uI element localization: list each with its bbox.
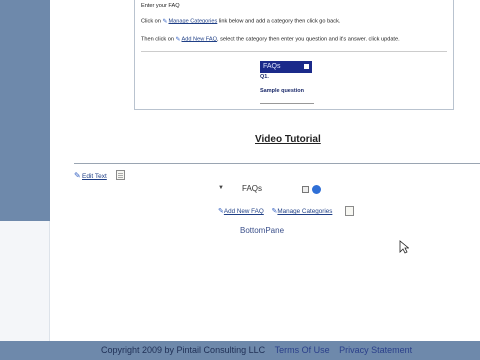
instructions-box: Enter your FAQ Click on ✎Manage Categori… — [134, 0, 454, 110]
step1-pre: Click on — [141, 18, 161, 25]
minimize-icon[interactable] — [302, 186, 309, 193]
edit-text-link[interactable]: ✎Edit Text — [74, 171, 107, 180]
section-divider — [74, 163, 480, 164]
expand-icon — [304, 64, 309, 69]
step1-text: Click on ✎Manage Categories link below a… — [141, 18, 341, 25]
step1-post: link below and add a category then click… — [218, 18, 341, 25]
add-new-faq-inline-link[interactable]: Add New FAQ — [182, 36, 217, 42]
faq-preview-title: FAQs — [263, 63, 281, 70]
faq-actions-row: ✎Add New FAQ ✎Manage Categories — [218, 207, 338, 215]
left-sidebar — [0, 0, 50, 221]
page: Enter your FAQ Click on ✎Manage Categori… — [0, 0, 480, 360]
footer: Copyright 2009 by Pintail Consulting LLC… — [0, 341, 480, 360]
divider — [260, 103, 314, 104]
edit-text-label[interactable]: Edit Text — [82, 173, 107, 180]
manage-categories-link[interactable]: Manage Categories — [277, 208, 332, 215]
terms-of-use-link[interactable]: Terms Of Use — [275, 345, 330, 355]
step2-pre: Then click on — [141, 36, 174, 43]
step2-text: Then click on ✎Add New FAQ, select the c… — [141, 36, 400, 43]
divider — [141, 51, 447, 52]
faq-preview-header: FAQs — [260, 61, 312, 73]
sample-question: Sample question — [260, 88, 305, 94]
mouse-cursor-icon — [399, 240, 409, 254]
settings-doc-icon[interactable] — [345, 206, 354, 216]
module-actions — [302, 185, 322, 194]
enter-faq-text: Enter your FAQ — [141, 3, 180, 9]
privacy-statement-link[interactable]: Privacy Statement — [339, 345, 412, 355]
pencil-icon: ✎ — [74, 171, 81, 180]
step2-post: , select the category then enter you que… — [216, 36, 400, 43]
pencil-icon: ✎ — [218, 208, 224, 215]
copyright-text: Copyright 2009 by Pintail Consulting LLC — [101, 345, 266, 355]
main-content: Enter your FAQ Click on ✎Manage Categori… — [50, 0, 480, 221]
help-icon[interactable] — [312, 185, 321, 194]
manage-categories-inline-link[interactable]: Manage Categories — [168, 18, 217, 24]
settings-doc-icon[interactable] — [116, 170, 125, 180]
question-number: Q1. — [260, 74, 269, 80]
faqs-module-title: FAQs — [242, 184, 263, 193]
left-lower-panel — [0, 221, 50, 341]
bottom-pane-label: BottomPane — [240, 226, 285, 235]
video-tutorial-title[interactable]: Video Tutorial — [255, 134, 321, 145]
add-new-faq-link[interactable]: Add New FAQ — [224, 208, 264, 215]
caret-down-icon[interactable]: ▼ — [218, 185, 224, 191]
